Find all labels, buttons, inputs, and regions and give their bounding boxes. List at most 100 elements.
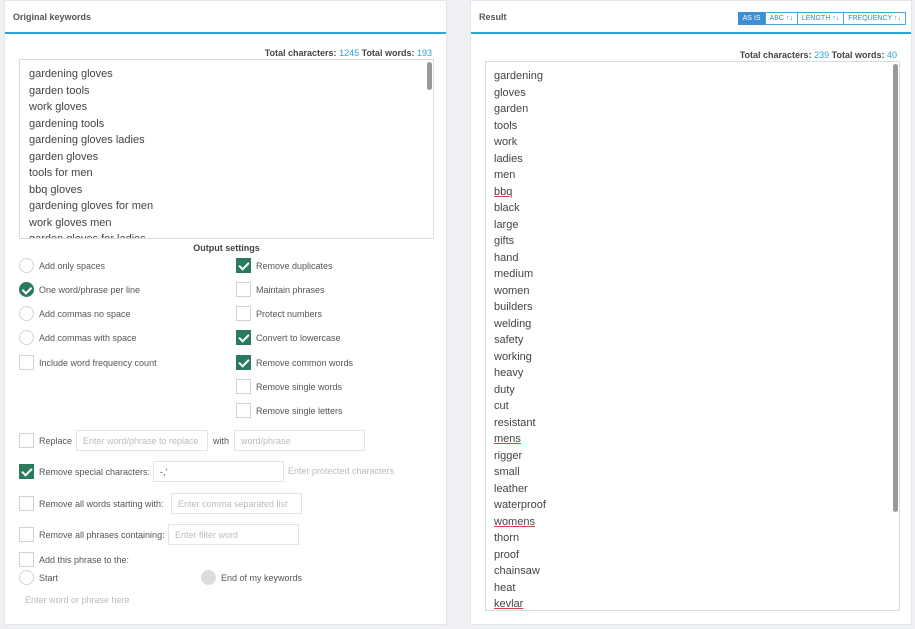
result-title: Result xyxy=(479,11,507,22)
option-add-only-spaces[interactable]: Add only spaces xyxy=(19,258,105,273)
result-line: gardening xyxy=(494,70,543,82)
sort-button-frequency[interactable]: FREQUENCY ↑↓ xyxy=(843,12,906,25)
special-chars-input[interactable] xyxy=(153,461,284,482)
result-textarea[interactable]: gardening gloves garden tools work ladies men b… xyxy=(485,61,900,611)
option-remove-single-letters[interactable]: Remove single letters xyxy=(236,403,343,418)
add-start-radio[interactable] xyxy=(19,570,34,585)
option-include-word-frequency-count[interactable]: Include word frequency count xyxy=(19,355,157,370)
chars-label: Total characters: xyxy=(264,48,337,58)
remove-common-words-checkbox[interactable] xyxy=(236,355,251,370)
keyword-line: work gloves men xyxy=(29,216,112,229)
result-line: kevlar xyxy=(494,598,524,610)
remove-single-letters-checkbox[interactable] xyxy=(236,403,251,418)
option-remove-single-words[interactable]: Remove single words xyxy=(236,379,342,394)
remove-starting-checkbox[interactable] xyxy=(19,496,34,511)
maintain-phrases-checkbox[interactable] xyxy=(236,282,251,297)
option-add-commas-with-space[interactable]: Add commas with space xyxy=(19,330,137,345)
include-word-frequency-count-checkbox[interactable] xyxy=(19,355,34,370)
result-line: heat xyxy=(494,581,516,594)
remove-starting-label: Remove all words starting with: xyxy=(39,498,164,509)
keyword-line: work gloves xyxy=(29,101,88,113)
keyword-line: garden gloves for ladies xyxy=(29,233,146,239)
add-start-option[interactable]: Start xyxy=(19,570,58,585)
remove-single-words-checkbox[interactable] xyxy=(236,379,251,394)
option-maintain-phrases[interactable]: Maintain phrases xyxy=(236,282,325,297)
result-chars-count: 239 xyxy=(814,50,830,60)
sort-button-abc[interactable]: ABC ↑↓ xyxy=(764,12,798,25)
sort-button-length[interactable]: LENGTH ↑↓ xyxy=(796,12,845,25)
result-scrollbar[interactable] xyxy=(893,64,898,512)
keywords-scrollbar[interactable] xyxy=(427,62,432,90)
add-only-spaces-label: Add only spaces xyxy=(39,260,106,271)
result-line: women xyxy=(494,284,530,297)
result-line: mens xyxy=(494,433,521,445)
result-line: working xyxy=(494,350,532,363)
keyword-line: garden tools xyxy=(29,84,90,97)
add-end-radio[interactable] xyxy=(201,570,216,585)
result-line: men xyxy=(494,169,516,181)
result-line: heavy xyxy=(494,367,524,379)
result-line: large xyxy=(494,218,519,231)
option-one-word-phrase-per-line[interactable]: One word/phrase per line xyxy=(19,282,140,297)
one-word-phrase-per-line-radio[interactable] xyxy=(19,282,34,297)
containing-input[interactable] xyxy=(168,524,299,545)
with-label: with xyxy=(213,436,230,446)
result-line: ladies xyxy=(494,152,523,165)
keyword-line: gardening tools xyxy=(29,117,105,130)
keywords-textarea[interactable]: gardening gloves garden tools work gloves g… xyxy=(19,59,434,239)
remove-containing-checkbox[interactable] xyxy=(19,527,34,542)
result-header: Result AS IS ABC ↑↓ LENGTH ↑↓ FREQUENCY ↑↓ xyxy=(471,1,911,34)
option-protect-numbers[interactable]: Protect numbers xyxy=(236,306,322,321)
remove-special-option[interactable]: Remove special characters: xyxy=(19,464,150,479)
add-commas-with-space-label: Add commas with space xyxy=(39,332,137,343)
output-settings-title: Output settings xyxy=(193,243,260,253)
add-phrase-input[interactable] xyxy=(25,593,425,607)
replace-from-input[interactable] xyxy=(76,430,208,451)
words-label: Total words: xyxy=(361,48,415,58)
sort-button-as[interactable]: AS IS xyxy=(737,12,766,25)
replace-to-input[interactable] xyxy=(234,430,365,451)
convert-to-lowercase-checkbox[interactable] xyxy=(236,330,251,345)
result-line: bbq xyxy=(494,185,513,198)
result-chars-label: Total characters: xyxy=(739,50,812,60)
add-commas-no-space-radio[interactable] xyxy=(19,306,34,321)
add-phrase-checkbox[interactable] xyxy=(19,552,34,567)
sort-toolbar: AS IS ABC ↑↓ LENGTH ↑↓ FREQUENCY ↑↓ xyxy=(737,12,906,25)
panel-header: Original keywords xyxy=(5,1,446,34)
result-line: waterproof xyxy=(494,499,546,511)
keyword-line: tools for men xyxy=(29,167,93,179)
result-panel: Result AS IS ABC ↑↓ LENGTH ↑↓ FREQUENCY ↑↓ … xyxy=(470,0,912,625)
protect-numbers-checkbox[interactable] xyxy=(236,306,251,321)
replace-label: Replace xyxy=(39,435,73,446)
words-count: 193 xyxy=(416,48,432,58)
remove-common-words-label: Remove common words xyxy=(256,357,354,368)
starting-with-input[interactable] xyxy=(171,493,302,514)
result-line: resistant xyxy=(494,416,536,429)
remove-starting-option[interactable]: Remove all words starting with: xyxy=(19,496,164,511)
result-line: leather xyxy=(494,482,528,495)
result-line: chainsaw xyxy=(494,565,540,577)
keyword-line: gardening gloves ladies xyxy=(29,134,145,146)
option-remove-duplicates[interactable]: Remove duplicates xyxy=(236,258,333,273)
option-remove-common-words[interactable]: Remove common words xyxy=(236,355,353,370)
remove-duplicates-checkbox[interactable] xyxy=(236,258,251,273)
keyword-stats: Total characters: 1245 Total words: 193 xyxy=(265,48,432,58)
result-line: cut xyxy=(494,400,509,412)
protect-numbers-label: Protect numbers xyxy=(256,308,323,319)
remove-special-checkbox[interactable] xyxy=(19,464,34,479)
add-phrase-option[interactable]: Add this phrase to the: xyxy=(19,552,129,567)
result-words-count: 40 xyxy=(886,50,897,60)
result-line: proof xyxy=(494,548,520,561)
result-stats: Total characters: 239 Total words: 40 xyxy=(740,50,897,60)
option-convert-to-lowercase[interactable]: Convert to lowercase xyxy=(236,330,341,345)
add-commas-with-space-radio[interactable] xyxy=(19,330,34,345)
remove-containing-option[interactable]: Remove all phrases containing: xyxy=(19,527,165,542)
replace-checkbox[interactable] xyxy=(19,433,34,448)
convert-to-lowercase-label: Convert to lowercase xyxy=(256,332,341,343)
replace-option[interactable]: Replace xyxy=(19,433,72,448)
protected-chars-input[interactable] xyxy=(288,464,428,478)
option-add-commas-no-space[interactable]: Add commas no space xyxy=(19,306,131,321)
result-line: medium xyxy=(494,268,534,280)
add-end-option[interactable]: End of my keywords xyxy=(201,570,302,585)
add-only-spaces-radio[interactable] xyxy=(19,258,34,273)
